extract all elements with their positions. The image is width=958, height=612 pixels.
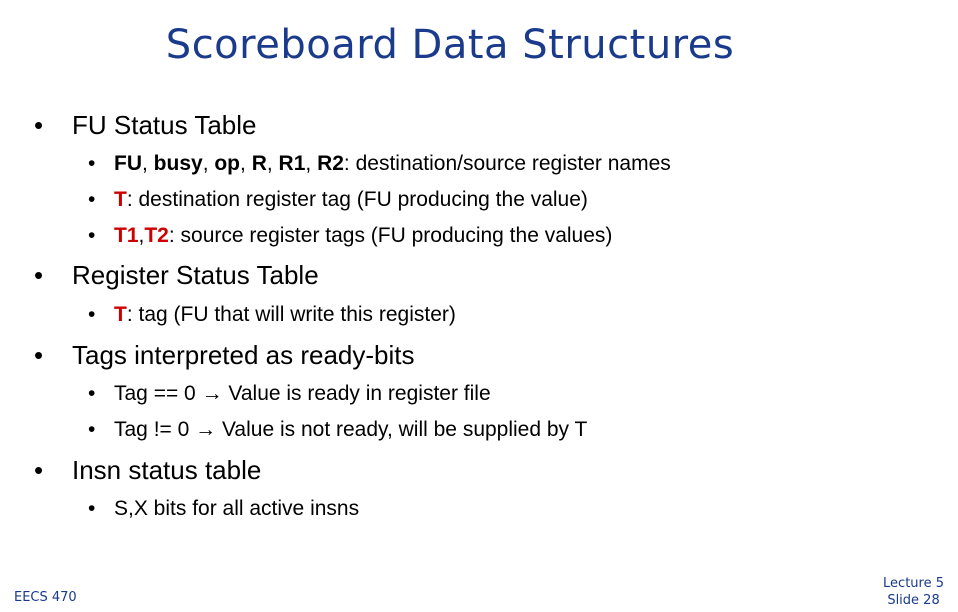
bullet-icon: • (88, 382, 96, 405)
field-t2: T2 (144, 224, 169, 247)
bullet-icon: • (88, 224, 96, 247)
field-r1: R1 (278, 152, 306, 175)
field-fu: FU (114, 152, 142, 175)
bullet-icon: • (34, 340, 44, 370)
bullet-text: Register Status Table (72, 260, 319, 290)
bullet-icon: • (34, 260, 44, 290)
sep: , (266, 152, 279, 175)
footer-course: EECS 470 (14, 590, 77, 605)
bullet-text: : source register tags (FU producing the… (168, 224, 613, 247)
bullet-text: S,X bits for all active insns (114, 497, 360, 520)
sep: , (202, 152, 215, 175)
footer-lecture: Lecture 5 (883, 576, 944, 591)
bullet-icon: • (34, 110, 44, 140)
sub-bullet-tag-zero: • Tag == 0 → Value is ready in register f… (88, 382, 491, 406)
bullet-tags-ready-bits: • Tags interpreted as ready-bits (34, 340, 415, 371)
bullet-fu-status-table: • FU Status Table (34, 110, 257, 141)
field-r2: R2 (317, 152, 344, 175)
bullet-insn-status-table: • Insn status table (34, 455, 261, 486)
sub-bullet-tag-nonzero: • Tag != 0 → Value is not ready, will be … (88, 418, 587, 442)
bullet-text: : destination/source register names (343, 152, 671, 175)
bullet-text: Tag != 0 → Value is not ready, will be s… (114, 418, 588, 441)
bullet-icon: • (88, 152, 96, 175)
bullet-text: Tag == 0 → Value is ready in register fi… (114, 382, 491, 405)
bullet-text: Tags interpreted as ready-bits (72, 340, 415, 370)
footer-slide-info: Lecture 5 Slide 28 (883, 575, 944, 609)
bullet-register-status-table: • Register Status Table (34, 260, 319, 291)
sub-bullet-t1-t2: • T1,T2: source register tags (FU produci… (88, 224, 612, 248)
bullet-text: : destination register tag (FU producing… (126, 188, 588, 211)
sub-bullet-reg-t: • T: tag (FU that will write this registe… (88, 303, 456, 327)
bullet-icon: • (88, 418, 96, 441)
sep: , (240, 152, 252, 175)
sub-bullet-sx-bits: • S,X bits for all active insns (88, 497, 359, 521)
sub-bullet-fu-fields: • FU, busy, op, R, R1, R2: destination/so… (88, 152, 671, 176)
sep: , (142, 152, 154, 175)
bullet-text: : tag (FU that will write this register) (126, 303, 456, 326)
bullet-icon: • (34, 455, 44, 485)
bullet-icon: • (88, 497, 96, 520)
field-t1: T1 (114, 224, 139, 247)
field-t: T (114, 188, 127, 211)
sep: , (305, 152, 318, 175)
bullet-text: Insn status table (72, 455, 262, 485)
bullet-icon: • (88, 188, 96, 211)
bullet-text: FU Status Table (72, 110, 257, 140)
footer-slide-number: Slide 28 (887, 593, 940, 608)
sub-bullet-t: • T: destination register tag (FU produci… (88, 188, 588, 212)
field-t: T (114, 303, 127, 326)
bullet-icon: • (88, 303, 96, 326)
field-busy: busy (153, 152, 203, 175)
field-op: op (214, 152, 241, 175)
slide-title: Scoreboard Data Structures (165, 22, 735, 68)
field-r: R (251, 152, 267, 175)
